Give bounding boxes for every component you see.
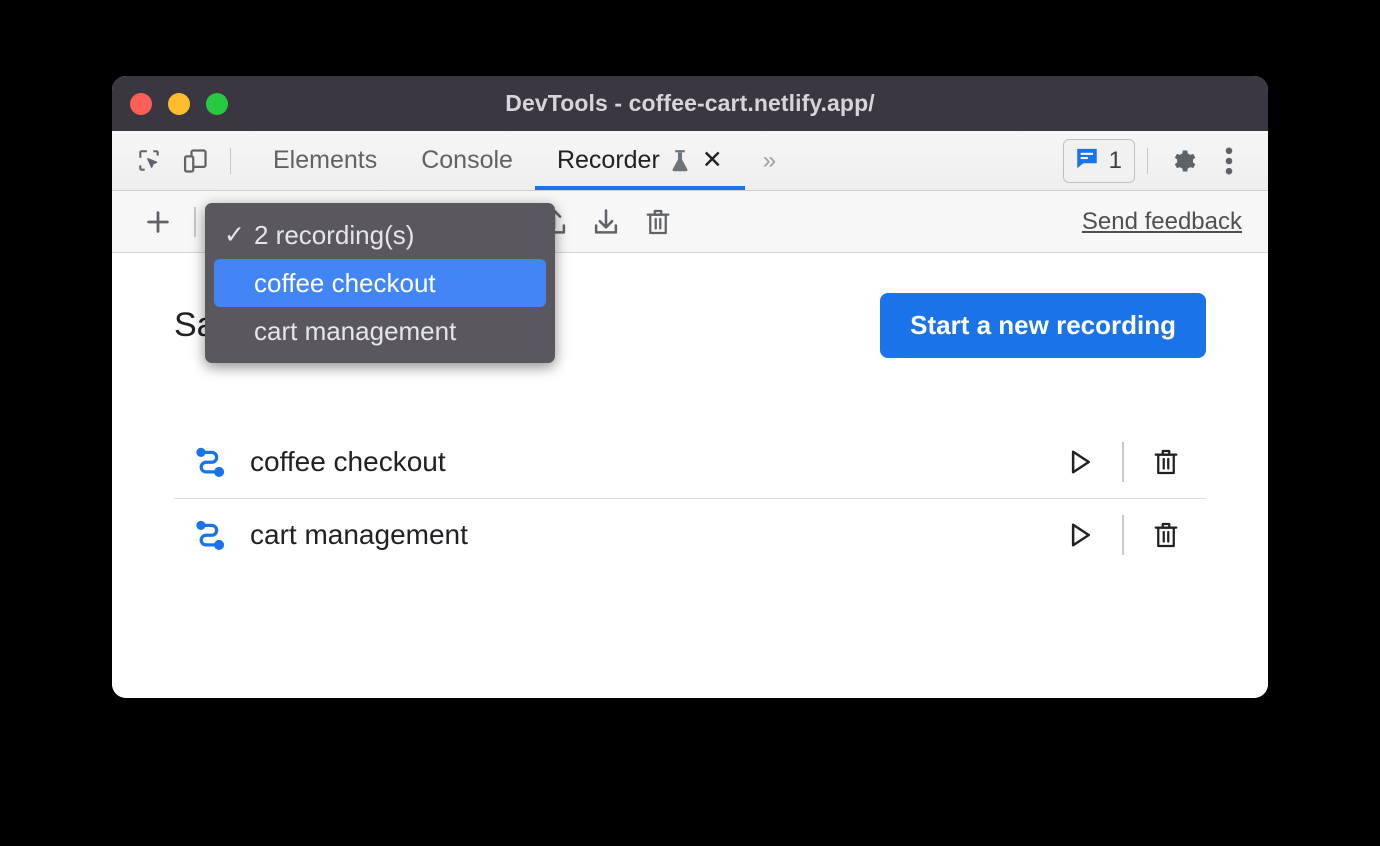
tab-console[interactable]: Console — [399, 131, 535, 190]
replay-recording-icon[interactable] — [1050, 436, 1110, 488]
recording-flow-icon — [188, 518, 232, 552]
close-window-button[interactable] — [130, 92, 152, 115]
delete-recording-icon[interactable] — [1136, 436, 1196, 488]
row-actions — [1050, 509, 1196, 561]
more-tabs-icon[interactable]: » — [745, 147, 794, 175]
recording-selector-dropdown: ✓ 2 recording(s) coffee checkout cart ma… — [205, 203, 555, 363]
menu-item-label: cart management — [254, 315, 457, 346]
gear-icon[interactable] — [1160, 138, 1206, 184]
recording-name: cart management — [250, 518, 468, 550]
saved-recordings-list: coffee checkout cart management — [174, 426, 1206, 570]
recording-name: coffee checkout — [250, 446, 446, 477]
delete-recording-button[interactable] — [632, 199, 684, 245]
recording-flow-icon — [188, 445, 232, 479]
minimize-window-button[interactable] — [168, 92, 190, 115]
panel-tabs: Elements Console Recorder ✕ » — [251, 131, 794, 190]
row-actions — [1050, 436, 1196, 488]
tabbar-divider — [230, 147, 231, 174]
devtools-window: DevTools - coffee-cart.netlify.app/ Elem… — [112, 76, 1268, 698]
tab-recorder[interactable]: Recorder ✕ — [534, 131, 745, 190]
tab-elements[interactable]: Elements — [251, 131, 399, 190]
tabbar-right-divider — [1147, 147, 1148, 174]
send-feedback-link[interactable]: Send feedback — [1082, 208, 1242, 236]
close-tab-icon[interactable]: ✕ — [702, 148, 723, 173]
table-row[interactable]: coffee checkout — [174, 426, 1206, 498]
kebab-menu-icon[interactable] — [1206, 138, 1252, 184]
tabbar-right-actions: 1 — [1062, 138, 1268, 184]
add-recording-button[interactable] — [132, 199, 184, 245]
start-new-recording-button[interactable]: Start a new recording — [880, 293, 1206, 358]
menu-item-label: 2 recording(s) — [254, 219, 415, 250]
row-action-divider — [1122, 442, 1124, 482]
table-row[interactable]: cart management — [174, 498, 1206, 570]
inspect-element-icon[interactable] — [126, 138, 172, 184]
menu-item-cart-management[interactable]: cart management — [214, 307, 546, 355]
issues-icon — [1074, 145, 1100, 176]
check-icon: ✓ — [224, 221, 245, 249]
screenshot-root: DevTools - coffee-cart.netlify.app/ Elem… — [0, 0, 1380, 846]
device-toolbar-icon[interactable] — [172, 138, 218, 184]
experimental-flask-icon — [669, 149, 691, 173]
row-action-divider — [1122, 514, 1124, 555]
issues-button[interactable]: 1 — [1062, 138, 1135, 183]
toolbar-divider-1 — [194, 206, 196, 237]
menu-item-coffee-checkout[interactable]: coffee checkout — [214, 259, 546, 307]
traffic-lights — [130, 92, 228, 115]
issues-count: 1 — [1108, 146, 1122, 174]
delete-recording-icon[interactable] — [1136, 509, 1196, 561]
tab-elements-label: Elements — [273, 146, 378, 174]
window-titlebar: DevTools - coffee-cart.netlify.app/ — [112, 76, 1268, 131]
tab-console-label: Console — [421, 146, 513, 174]
menu-item-count[interactable]: ✓ 2 recording(s) — [214, 211, 546, 259]
devtools-tabbar: Elements Console Recorder ✕ » 1 — [112, 131, 1268, 191]
menu-item-label: coffee checkout — [254, 267, 436, 298]
tab-recorder-label: Recorder — [556, 146, 660, 174]
replay-recording-icon[interactable] — [1050, 509, 1110, 561]
window-title: DevTools - coffee-cart.netlify.app/ — [505, 90, 875, 116]
zoom-window-button[interactable] — [206, 92, 228, 115]
import-recording-button[interactable] — [580, 199, 632, 245]
